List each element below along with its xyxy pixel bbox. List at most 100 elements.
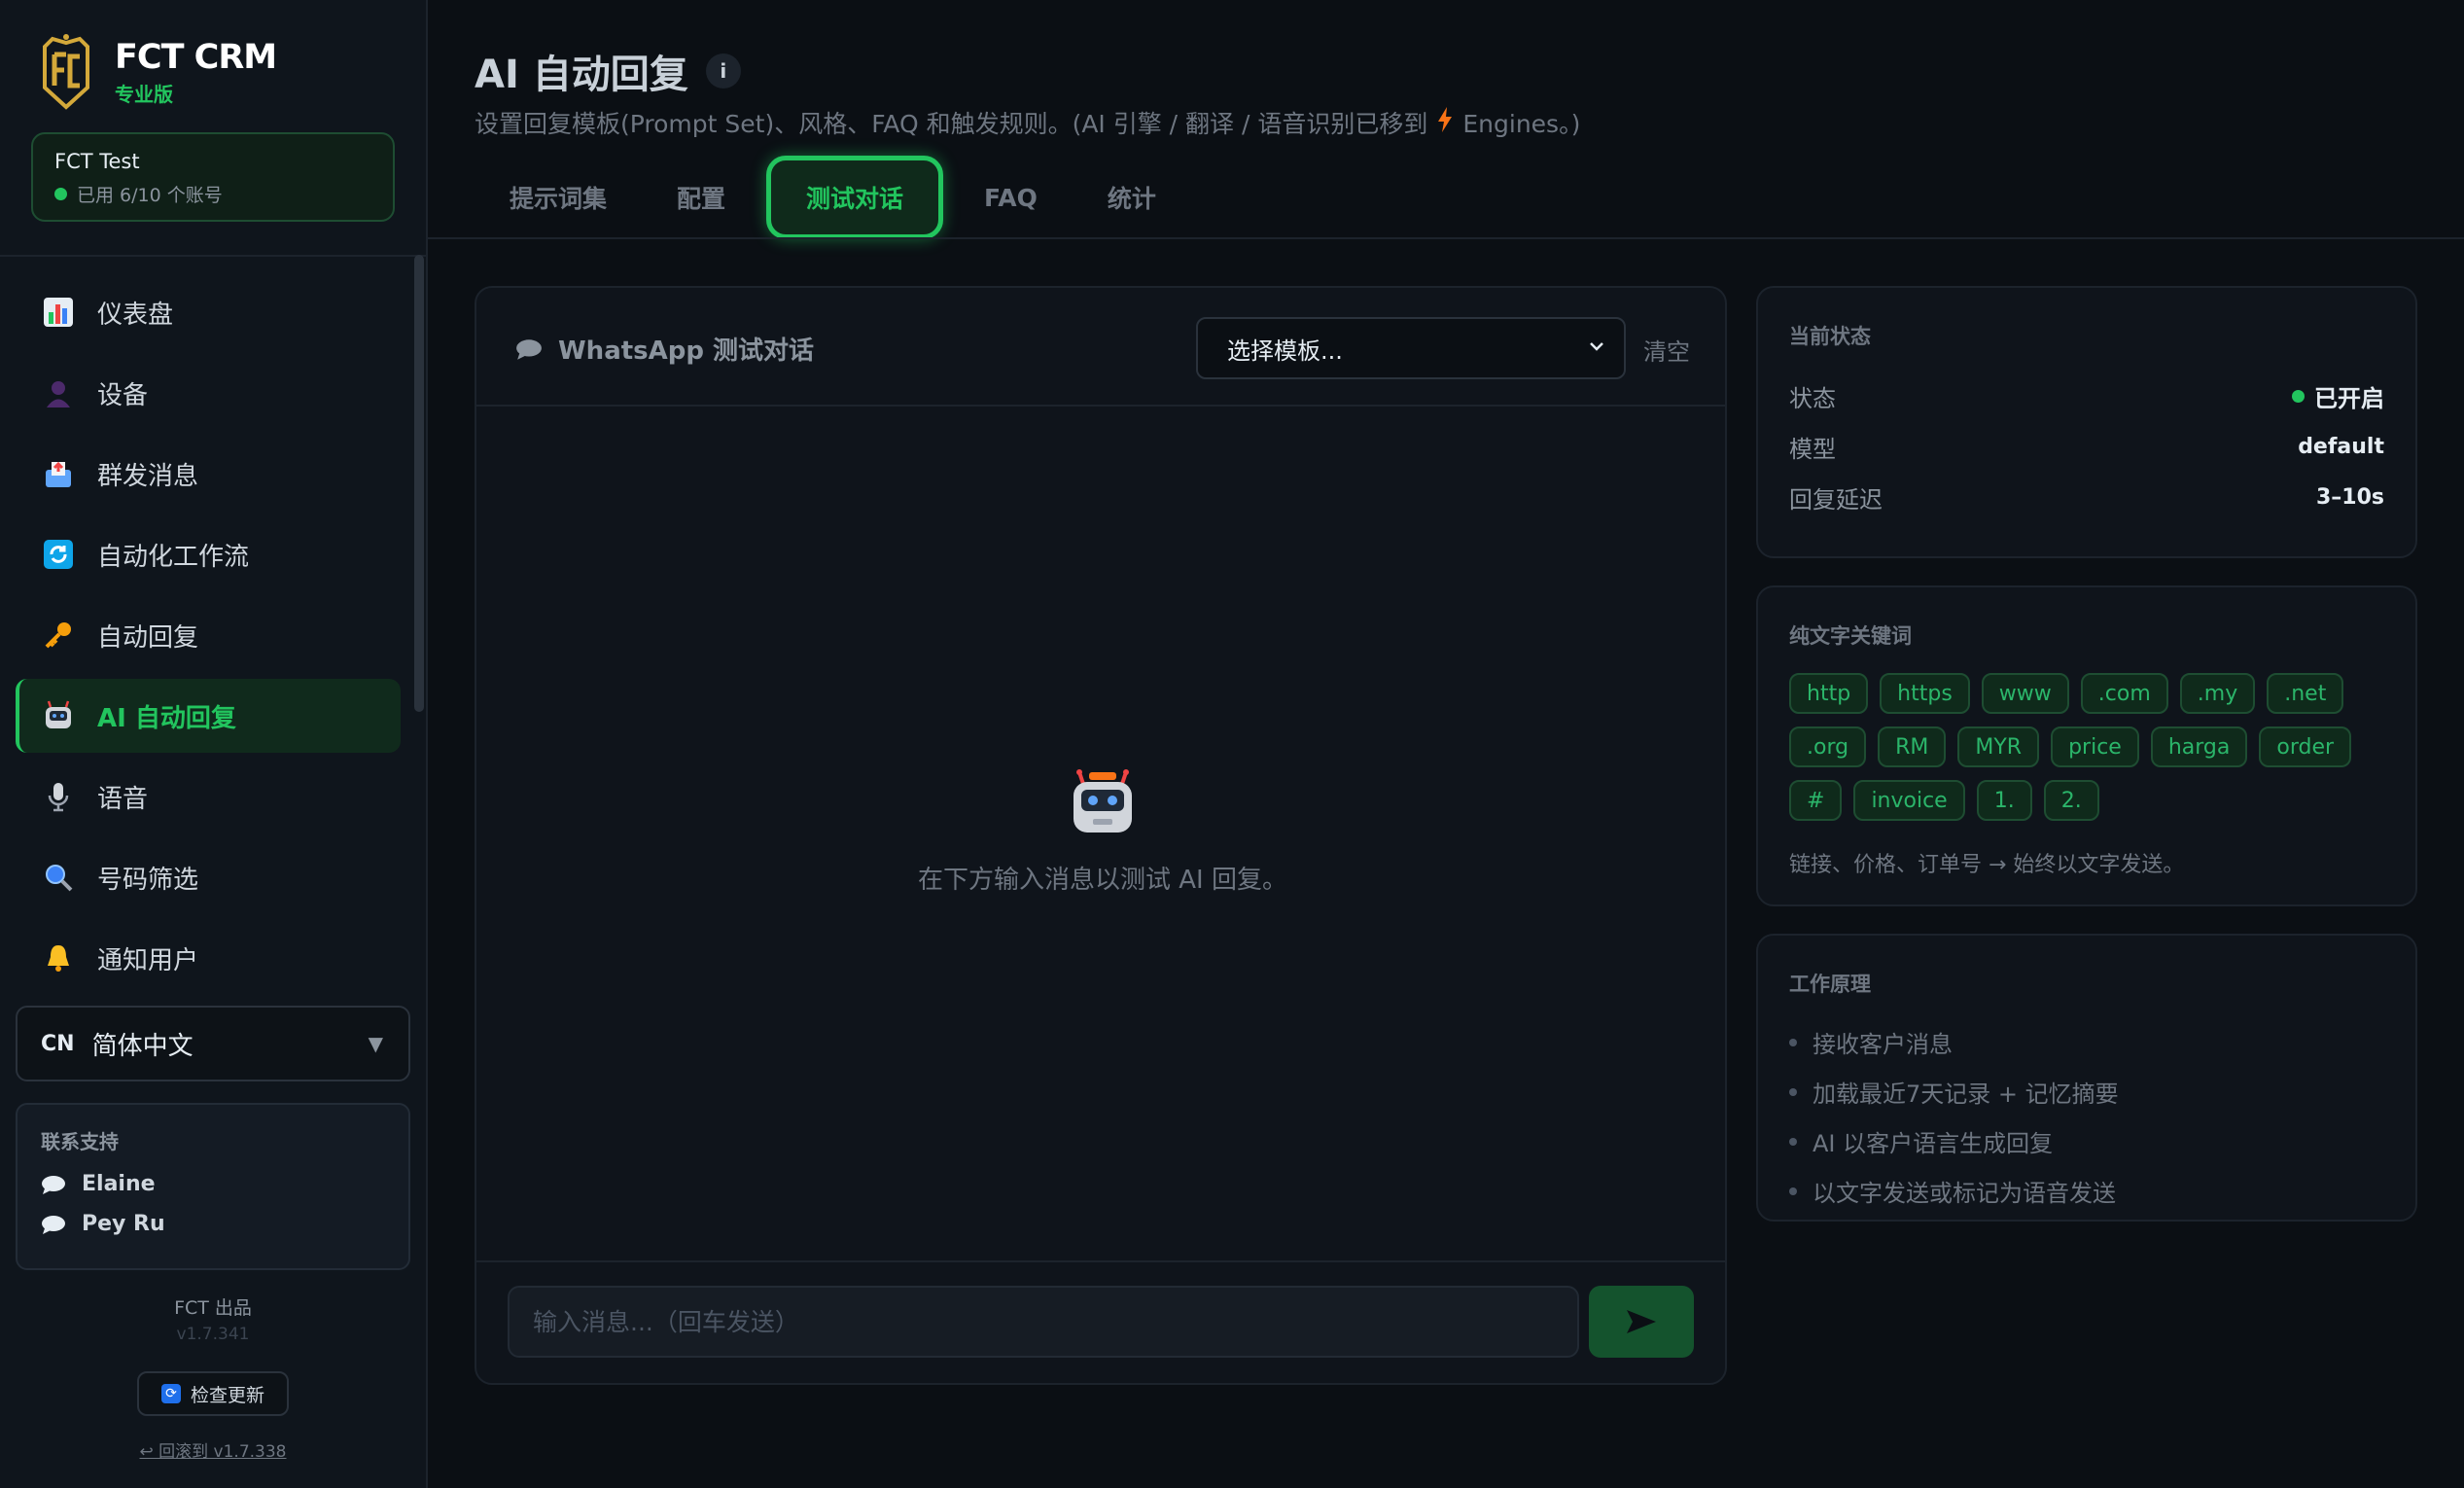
- info-icon[interactable]: i: [705, 53, 741, 89]
- keyword-chips: http https www .com .my .net .org RM MYR…: [1789, 673, 2411, 833]
- refresh-icon: [41, 537, 76, 572]
- sidebar-item-workflow[interactable]: 自动化工作流: [16, 517, 401, 591]
- page-subtitle: 设置回复模板(Prompt Set)、风格、FAQ 和触发规则。(AI 引擎 /…: [475, 105, 1580, 140]
- chat-empty-text: 在下方输入消息以测试 AI 回复。: [918, 866, 1287, 895]
- clear-button[interactable]: 清空: [1643, 333, 1690, 367]
- robot-icon: [41, 698, 76, 733]
- keyword-chip[interactable]: #: [1789, 780, 1843, 821]
- page-title: AI 自动回复 i: [475, 43, 741, 99]
- keyword-chip[interactable]: invoice: [1853, 780, 1965, 821]
- person-icon: [41, 375, 76, 410]
- how-step: 加载最近7天记录 + 记忆摘要: [1789, 1075, 2384, 1109]
- keyword-chip[interactable]: www: [1981, 673, 2069, 714]
- how-it-works-card: 工作原理 接收客户消息 加载最近7天记录 + 记忆摘要 AI 以客户语言生成回复…: [1756, 934, 2417, 1222]
- status-value: default: [2298, 434, 2384, 459]
- tab-config[interactable]: 配置: [642, 156, 760, 239]
- sidebar-item-number-filter[interactable]: 号码筛选: [16, 840, 401, 914]
- keyword-chip[interactable]: .com: [2080, 673, 2168, 714]
- sidebar: FCT CRM 专业版 FCT Test 已用 6/10 个账号 仪表盘 设备: [0, 0, 428, 1488]
- keyword-chip[interactable]: price: [2051, 726, 2139, 767]
- brand-tier: 专业版: [115, 82, 173, 106]
- status-row-model: 模型 default: [1789, 434, 2384, 463]
- tab-stats[interactable]: 统计: [1073, 156, 1191, 239]
- support-title: 联系支持: [41, 1130, 119, 1153]
- online-dot-icon: [2292, 389, 2305, 403]
- status-card: 当前状态 状态 已开启 模型 default 回复延迟 3–10s: [1756, 286, 2417, 558]
- lightning-icon: [1437, 106, 1453, 139]
- key-icon: [41, 618, 76, 653]
- keyword-chip[interactable]: .org: [1789, 726, 1867, 767]
- keyword-chip[interactable]: RM: [1878, 726, 1947, 767]
- status-value: 已开启: [2292, 379, 2384, 413]
- keyword-chip[interactable]: 2.: [2043, 780, 2099, 821]
- speech-bubble-icon: [516, 338, 542, 360]
- page-subtitle-post: Engines。): [1462, 110, 1581, 138]
- tab-prompt-sets[interactable]: 提示词集: [475, 156, 642, 239]
- keyword-chip[interactable]: harga: [2150, 726, 2248, 767]
- keywords-note: 链接、价格、订单号 → 始终以文字发送。: [1789, 853, 2185, 877]
- sidebar-item-auto-reply[interactable]: 自动回复: [16, 598, 401, 672]
- tab-test-chat[interactable]: 测试对话: [766, 156, 944, 239]
- language-label: 简体中文: [91, 1031, 194, 1061]
- sidebar-item-devices[interactable]: 设备: [16, 356, 401, 430]
- keywords-card-title: 纯文字关键词: [1789, 624, 1912, 648]
- sidebar-item-dashboard[interactable]: 仪表盘: [16, 275, 401, 349]
- sidebar-item-label: 自动回复: [97, 622, 199, 653]
- sidebar-item-label: 仪表盘: [97, 300, 174, 330]
- sidebar-scrollbar[interactable]: [414, 255, 424, 712]
- keyword-chip[interactable]: 1.: [1976, 780, 2032, 821]
- status-value-text: 已开启: [2314, 384, 2384, 412]
- chat-title-text: WhatsApp 测试对话: [558, 337, 815, 366]
- footer-version: v1.7.341: [176, 1325, 250, 1344]
- keyword-chip[interactable]: http: [1789, 673, 1869, 714]
- fct-logo-icon: [43, 34, 89, 110]
- rollback-link[interactable]: ↩ 回滚到 v1.7.338: [0, 1437, 426, 1462]
- check-update-label: 检查更新: [190, 1384, 264, 1406]
- sidebar-item-label: 群发消息: [97, 461, 199, 491]
- send-button[interactable]: [1589, 1286, 1694, 1358]
- chat-title: WhatsApp 测试对话: [515, 331, 814, 367]
- robot-icon: [1074, 769, 1132, 833]
- keyword-chip[interactable]: https: [1880, 673, 1970, 714]
- chat-header: WhatsApp 测试对话 选择模板... 清空: [476, 288, 1725, 407]
- account-name: FCT Test: [54, 150, 140, 173]
- sidebar-item-voice[interactable]: 语音: [16, 760, 401, 833]
- tab-bar: 提示词集 配置 测试对话 FAQ 统计: [475, 156, 1191, 239]
- refresh-icon: ⟳: [160, 1384, 181, 1403]
- magnifier-icon: [41, 860, 76, 895]
- account-box[interactable]: FCT Test 已用 6/10 个账号: [31, 132, 395, 222]
- sidebar-item-ai-auto-reply[interactable]: AI 自动回复: [16, 679, 401, 753]
- tab-faq[interactable]: FAQ: [949, 156, 1073, 239]
- test-chat-panel: WhatsApp 测试对话 选择模板... 清空 在下方输入消息以测试 AI 回…: [475, 286, 1727, 1385]
- how-step: 接收客户消息: [1789, 1025, 2384, 1059]
- speech-bubble-icon: [42, 1215, 65, 1234]
- how-step: 以文字发送或标记为语音发送: [1789, 1174, 2384, 1208]
- sidebar-item-broadcast[interactable]: 群发消息: [16, 437, 401, 511]
- brand[interactable]: FCT CRM 专业版: [39, 33, 277, 111]
- keywords-card: 纯文字关键词 http https www .com .my .net .org…: [1756, 585, 2417, 906]
- status-row-state: 状态 已开启: [1789, 383, 2384, 412]
- how-card-title: 工作原理: [1789, 973, 1871, 996]
- chevron-down-icon: [1590, 342, 1603, 351]
- sidebar-nav: 仪表盘 设备 群发消息 自动化工作流 自动回复 AI 自动回复 语音 号码筛选 …: [16, 275, 401, 1002]
- support-contact-elaine[interactable]: Elaine: [41, 1172, 385, 1196]
- support-box: 联系支持 Elaine Pey Ru: [16, 1103, 410, 1270]
- how-step: AI 以客户语言生成回复: [1789, 1124, 2384, 1158]
- keyword-chip[interactable]: .my: [2179, 673, 2256, 714]
- how-steps: 接收客户消息 加载最近7天记录 + 记忆摘要 AI 以客户语言生成回复 以文字发…: [1789, 1025, 2384, 1208]
- message-input[interactable]: [508, 1286, 1579, 1358]
- page-title-text: AI 自动回复: [475, 53, 688, 97]
- check-update-button[interactable]: ⟳ 检查更新: [137, 1371, 289, 1416]
- language-select[interactable]: CN 简体中文 ▼: [16, 1006, 410, 1081]
- keyword-chip[interactable]: order: [2259, 726, 2352, 767]
- keyword-chip[interactable]: MYR: [1957, 726, 2040, 767]
- template-select[interactable]: 选择模板...: [1196, 317, 1626, 379]
- support-contact-pey-ru[interactable]: Pey Ru: [41, 1212, 385, 1236]
- support-contact-name: Pey Ru: [82, 1212, 165, 1236]
- outbox-icon: [41, 456, 76, 491]
- sidebar-item-notify-users[interactable]: 通知用户: [16, 921, 401, 995]
- account-usage-text: 已用 6/10 个账号: [77, 185, 223, 206]
- brand-name: FCT CRM: [115, 37, 277, 77]
- keyword-chip[interactable]: .net: [2267, 673, 2344, 714]
- status-label: 状态: [1789, 384, 1836, 412]
